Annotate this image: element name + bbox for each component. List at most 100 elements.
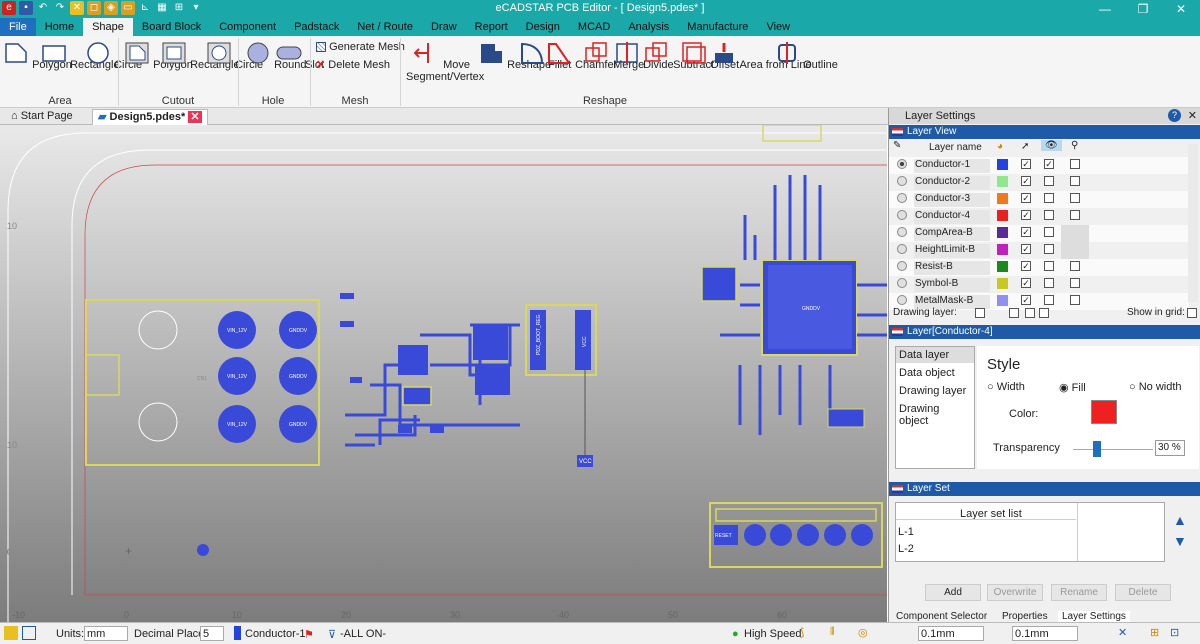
maximize-button[interactable]: ❐ bbox=[1124, 0, 1162, 18]
layer-detail-header[interactable]: Layer[Conductor-4] bbox=[889, 325, 1200, 339]
layer-selectable-checkbox[interactable]: ✓ bbox=[1021, 210, 1031, 220]
detail-data-layer[interactable]: Data layer bbox=[896, 347, 974, 363]
pcb-drawing[interactable]: CN1 VIN_12V VIN_12V VIN_12V GNDDV GNDDV GNDD… bbox=[0, 125, 887, 622]
move-up-icon[interactable]: ▲ bbox=[1173, 512, 1187, 528]
align-icon[interactable]: ⊞ bbox=[1150, 626, 1159, 639]
layer-color-swatch[interactable] bbox=[997, 210, 1008, 221]
tab-board-block[interactable]: Board Block bbox=[133, 18, 210, 36]
color-swatch[interactable] bbox=[1091, 400, 1117, 424]
tab-report[interactable]: Report bbox=[466, 18, 517, 36]
tab-component[interactable]: Component bbox=[210, 18, 285, 36]
active-layer-radio[interactable] bbox=[897, 261, 907, 271]
transparency-thumb[interactable] bbox=[1093, 441, 1101, 457]
layer-color-swatch[interactable] bbox=[997, 176, 1008, 187]
layer-color-swatch[interactable] bbox=[997, 261, 1008, 272]
tab-properties[interactable]: Properties bbox=[1002, 611, 1048, 622]
layer-selectable-checkbox[interactable]: ✓ bbox=[1021, 193, 1031, 203]
layer-row[interactable]: Conductor-2 ✓ bbox=[889, 174, 1189, 191]
panel-close-icon[interactable]: ✕ bbox=[1188, 108, 1197, 124]
tab-draw[interactable]: Draw bbox=[422, 18, 466, 36]
layer-visible-checkbox[interactable] bbox=[1044, 176, 1054, 186]
delete-button[interactable]: Delete bbox=[1115, 584, 1171, 601]
tab-home[interactable]: Home bbox=[36, 18, 83, 36]
fill-radio[interactable]: ◉ Fill bbox=[1059, 381, 1086, 394]
grid-size-select-2[interactable]: 0.1mm bbox=[1012, 626, 1078, 641]
layer-selectable-checkbox[interactable]: ✓ bbox=[1021, 244, 1031, 254]
current-layer[interactable]: Conductor-1 bbox=[245, 628, 306, 640]
overwrite-button[interactable]: Overwrite bbox=[987, 584, 1043, 601]
layer-row[interactable]: Conductor-3 ✓ bbox=[889, 191, 1189, 208]
width-radio[interactable]: ○ Width bbox=[987, 381, 1025, 393]
tab-start-page[interactable]: ⌂ Start Page bbox=[6, 109, 78, 125]
tab-padstack[interactable]: Padstack bbox=[285, 18, 348, 36]
active-layer-radio[interactable] bbox=[897, 176, 907, 186]
bus-icon[interactable]: ⫴ bbox=[830, 626, 835, 639]
layer-selectable-checkbox[interactable]: ✓ bbox=[1021, 295, 1031, 305]
tab-analysis[interactable]: Analysis bbox=[619, 18, 678, 36]
active-layer-radio[interactable] bbox=[897, 210, 907, 220]
layout-icon[interactable] bbox=[22, 626, 36, 640]
layer-option-checkbox[interactable] bbox=[1070, 176, 1080, 186]
drawing-layer-checkbox-2[interactable] bbox=[1009, 308, 1019, 318]
active-layer-radio[interactable] bbox=[897, 193, 907, 203]
cross-icon[interactable]: ✕ bbox=[1118, 626, 1127, 639]
filter-status[interactable]: -ALL ON- bbox=[340, 628, 386, 640]
minimize-button[interactable]: — bbox=[1086, 0, 1124, 18]
tab-view[interactable]: View bbox=[757, 18, 799, 36]
layer-selectable-checkbox[interactable]: ✓ bbox=[1021, 159, 1031, 169]
fit-icon[interactable]: ⊡ bbox=[1170, 626, 1179, 639]
layer-set-header[interactable]: Layer Set bbox=[889, 482, 1200, 496]
drawing-layer-checkbox-4[interactable] bbox=[1039, 308, 1049, 318]
layer-visible-checkbox[interactable]: ✓ bbox=[1044, 159, 1054, 169]
layer-visible-checkbox[interactable] bbox=[1044, 193, 1054, 203]
units-select[interactable]: mm bbox=[84, 626, 128, 641]
transparency-slider[interactable] bbox=[1073, 449, 1153, 450]
speed-status[interactable]: High Speed bbox=[744, 628, 802, 640]
active-layer-radio[interactable] bbox=[897, 244, 907, 254]
layer-visible-checkbox[interactable] bbox=[1044, 295, 1054, 305]
detail-drawing-layer[interactable]: Drawing layer bbox=[896, 383, 974, 399]
outline-button[interactable]: Outline bbox=[774, 41, 838, 71]
active-layer-radio[interactable] bbox=[897, 227, 907, 237]
layer-visible-checkbox[interactable] bbox=[1044, 261, 1054, 271]
transparency-input[interactable]: 30 % bbox=[1155, 440, 1185, 456]
layer-color-swatch[interactable] bbox=[997, 193, 1008, 204]
active-layer-radio[interactable] bbox=[897, 295, 907, 305]
layer-color-swatch[interactable] bbox=[997, 295, 1008, 306]
tab-file[interactable]: File bbox=[0, 18, 36, 36]
tab-mcad[interactable]: MCAD bbox=[569, 18, 619, 36]
snap-icon[interactable] bbox=[4, 626, 18, 640]
help-icon[interactable]: ? bbox=[1168, 109, 1181, 122]
no-width-radio[interactable]: ○ No width bbox=[1129, 381, 1182, 393]
rename-button[interactable]: Rename bbox=[1051, 584, 1107, 601]
layer-option-checkbox[interactable] bbox=[1070, 261, 1080, 271]
layer-color-swatch[interactable] bbox=[997, 227, 1008, 238]
layer-option-checkbox[interactable] bbox=[1070, 159, 1080, 169]
grid-size-select-1[interactable]: 0.1mm bbox=[918, 626, 984, 641]
layer-set-item[interactable]: L-2 bbox=[898, 543, 914, 555]
layer-row[interactable]: Resist-B ✓ bbox=[889, 259, 1189, 276]
layer-color-swatch[interactable] bbox=[997, 159, 1008, 170]
tab-layer-settings[interactable]: Layer Settings bbox=[1058, 611, 1130, 622]
show-in-grid-checkbox[interactable] bbox=[1187, 308, 1197, 318]
layer-row[interactable]: HeightLimit-B ✓ bbox=[889, 242, 1189, 259]
decimal-places-select[interactable]: 5 bbox=[200, 626, 224, 641]
detail-data-object[interactable]: Data object bbox=[896, 365, 974, 381]
active-layer-radio[interactable] bbox=[897, 278, 907, 288]
tab-design5[interactable]: ▰ Design5.pdes* ✕ bbox=[92, 109, 208, 125]
layer-option-checkbox[interactable] bbox=[1070, 210, 1080, 220]
delete-mesh-button[interactable]: ✕ Delete Mesh bbox=[316, 58, 390, 71]
layer-view-header[interactable]: Layer View bbox=[889, 125, 1200, 139]
layer-row[interactable]: Symbol-B ✓ bbox=[889, 276, 1189, 293]
move-down-icon[interactable]: ▼ bbox=[1173, 533, 1187, 549]
add-button[interactable]: Add bbox=[925, 584, 981, 601]
layer-selectable-checkbox[interactable]: ✓ bbox=[1021, 176, 1031, 186]
layer-visible-checkbox[interactable] bbox=[1044, 244, 1054, 254]
close-button[interactable]: ✕ bbox=[1162, 0, 1200, 18]
layer-row[interactable]: Conductor-4 ✓ bbox=[889, 208, 1189, 225]
layer-option-checkbox[interactable] bbox=[1070, 295, 1080, 305]
tab-shape[interactable]: Shape bbox=[83, 18, 133, 36]
drawing-layer-checkbox-3[interactable] bbox=[1025, 308, 1035, 318]
layer-row[interactable]: CompArea-B ✓ bbox=[889, 225, 1189, 242]
filter-icon[interactable]: ⊽ bbox=[328, 628, 336, 641]
